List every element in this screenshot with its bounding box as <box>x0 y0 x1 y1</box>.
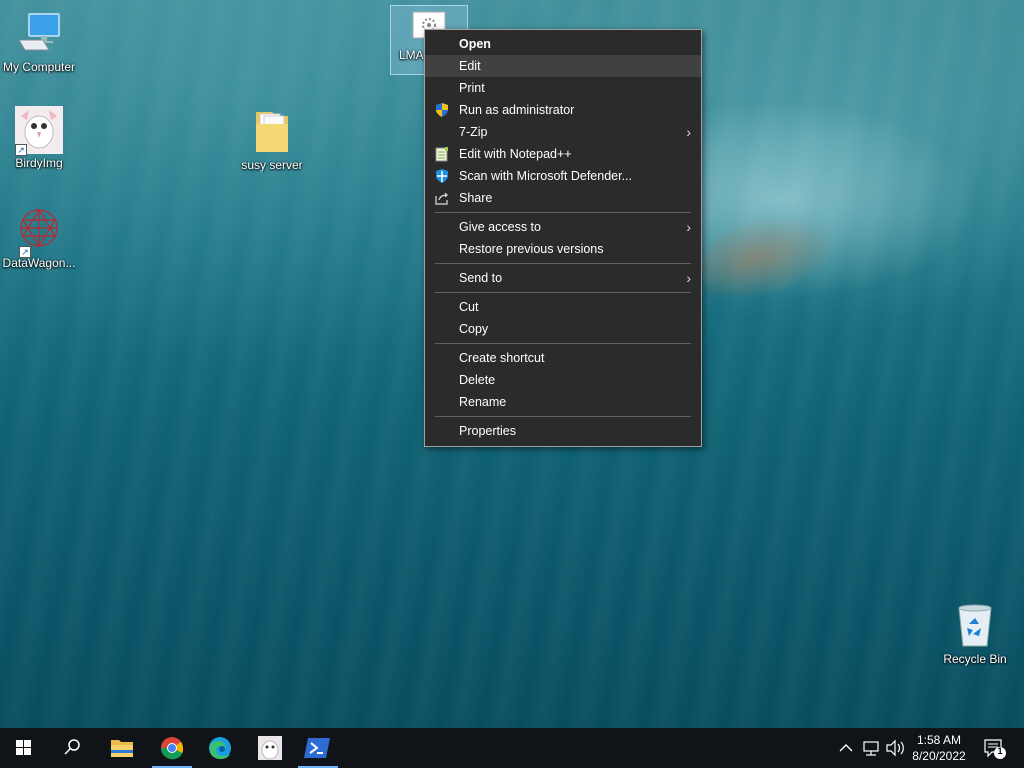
desktop-icon-label: DataWagon... <box>2 256 76 270</box>
recycle-bin-icon <box>951 602 999 650</box>
clock-date: 8/20/2022 <box>912 749 966 763</box>
submenu-arrow-icon: › <box>686 124 691 140</box>
menu-item-label: 7-Zip <box>459 125 488 139</box>
desktop-icon-label: BirdyImg <box>15 156 63 170</box>
desktop-icon-recycle-bin[interactable]: Recycle Bin <box>936 602 1014 666</box>
chevron-up-icon <box>839 744 853 752</box>
taskbar-file-explorer[interactable] <box>98 728 146 768</box>
menu-item-copy[interactable]: Copy <box>425 318 701 340</box>
desktop-icon-birdyimg[interactable]: ↗ BirdyImg <box>0 106 78 170</box>
edge-icon <box>209 737 231 760</box>
menu-item-label: Run as administrator <box>459 103 575 117</box>
menu-item-scan-with-defender[interactable]: Scan with Microsoft Defender... <box>425 165 701 187</box>
defender-shield-icon <box>434 168 450 184</box>
folder-icon <box>248 108 296 156</box>
menu-item-delete[interactable]: Delete <box>425 369 701 391</box>
chrome-icon <box>161 737 184 760</box>
menu-item-label: Properties <box>459 424 516 438</box>
speaker-icon <box>886 739 904 757</box>
wallpaper-fish-fin <box>693 201 847 309</box>
menu-item-cut[interactable]: Cut <box>425 296 701 318</box>
image-shortcut-icon: ↗ <box>15 106 63 156</box>
menu-item-label: Rename <box>459 395 507 409</box>
menu-item-label: Give access to <box>459 220 541 234</box>
menu-separator <box>435 416 691 417</box>
notification-badge: 1 <box>997 746 1003 756</box>
powershell-icon <box>304 738 330 758</box>
network-icon <box>863 741 879 756</box>
menu-item-label: Edit with Notepad++ <box>459 147 572 161</box>
menu-item-rename[interactable]: Rename <box>425 391 701 413</box>
menu-separator <box>435 212 691 213</box>
share-icon <box>434 190 450 206</box>
uac-shield-icon <box>434 102 450 118</box>
menu-item-open[interactable]: Open <box>425 33 701 55</box>
menu-item-create-shortcut[interactable]: Create shortcut <box>425 347 701 369</box>
menu-item-send-to[interactable]: Send to › <box>425 267 701 289</box>
menu-item-label: Cut <box>459 300 479 314</box>
desktop-icon-label: Recycle Bin <box>943 652 1007 666</box>
menu-item-properties[interactable]: Properties <box>425 420 701 442</box>
submenu-arrow-icon: › <box>686 270 691 286</box>
menu-item-edit[interactable]: Edit <box>425 55 701 77</box>
search-icon <box>64 739 80 755</box>
desktop-icon-label: susy server <box>241 158 303 172</box>
menu-item-label: Copy <box>459 322 489 336</box>
desktop-icon-my-computer[interactable]: My Computer <box>0 10 78 74</box>
menu-item-label: Scan with Microsoft Defender... <box>459 169 632 183</box>
taskbar-clock[interactable]: 1:58 AM 8/20/2022 <box>904 732 974 764</box>
menu-item-run-as-administrator[interactable]: Run as administrator <box>425 99 701 121</box>
taskbar-chrome[interactable] <box>148 728 196 768</box>
folder-icon <box>111 740 133 757</box>
menu-item-label: Open <box>459 37 491 51</box>
menu-separator <box>435 292 691 293</box>
menu-item-share[interactable]: Share <box>425 187 701 209</box>
menu-item-label: Restore previous versions <box>459 242 604 256</box>
network-button[interactable] <box>860 728 882 768</box>
menu-item-give-access-to[interactable]: Give access to › <box>425 216 701 238</box>
menu-item-label: Send to <box>459 271 503 285</box>
clock-time: 1:58 AM <box>916 733 962 747</box>
taskbar: 1:58 AM 8/20/2022 1 <box>0 728 1024 768</box>
menu-item-label: Share <box>459 191 493 205</box>
show-hidden-icons-button[interactable] <box>836 728 856 768</box>
taskbar-powershell[interactable] <box>294 728 342 768</box>
taskbar-edge[interactable] <box>196 728 244 768</box>
menu-separator <box>435 343 691 344</box>
windows-logo-icon <box>16 740 31 755</box>
taskbar-image-viewer[interactable] <box>246 728 294 768</box>
desktop-icon-label: My Computer <box>2 60 76 74</box>
menu-item-7zip[interactable]: 7-Zip › <box>425 121 701 143</box>
notepad-plus-plus-icon <box>434 146 450 162</box>
menu-item-label: Create shortcut <box>459 351 545 365</box>
menu-item-label: Edit <box>459 59 481 73</box>
computer-icon <box>15 10 63 58</box>
desktop-icon-susy-server[interactable]: susy server <box>233 108 311 172</box>
volume-button[interactable] <box>884 728 906 768</box>
image-thumbnail-icon <box>258 736 282 760</box>
menu-item-print[interactable]: Print <box>425 77 701 99</box>
start-button[interactable] <box>0 728 48 768</box>
menu-item-restore-previous-versions[interactable]: Restore previous versions <box>425 238 701 260</box>
search-button[interactable] <box>48 728 96 768</box>
menu-item-label: Delete <box>459 373 496 387</box>
desktop-icon-datawagon[interactable]: ↗ DataWagon... <box>0 206 78 270</box>
menu-item-edit-with-notepad[interactable]: Edit with Notepad++ <box>425 143 701 165</box>
app-shortcut-icon: ↗ <box>15 206 63 258</box>
context-menu: Open Edit Print Run as administrator 7-Z… <box>424 29 702 447</box>
menu-separator <box>435 263 691 264</box>
submenu-arrow-icon: › <box>686 219 691 235</box>
action-center-button[interactable]: 1 <box>980 728 1008 768</box>
menu-item-label: Print <box>459 81 485 95</box>
